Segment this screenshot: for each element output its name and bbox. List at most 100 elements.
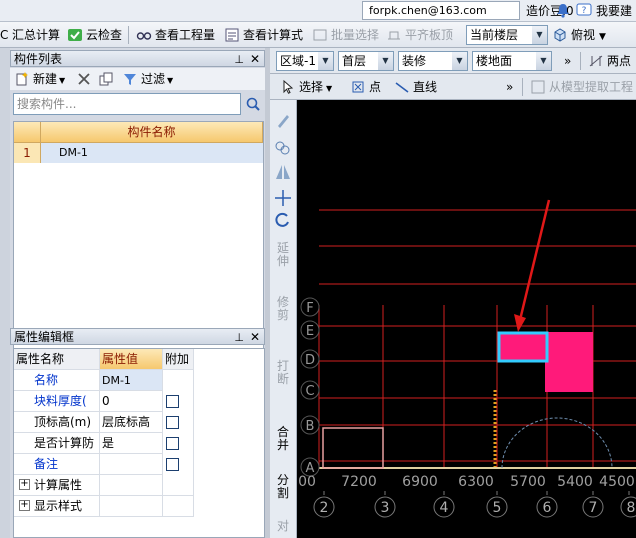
point-tool-button[interactable]: 点 bbox=[350, 77, 381, 97]
prop-value-name[interactable]: DM-1 bbox=[100, 370, 163, 391]
cube-view-icon bbox=[554, 27, 566, 42]
layer-dropdown[interactable]: 首层 ▼ bbox=[338, 51, 394, 71]
account-email[interactable]: forpk.chen@163.com bbox=[362, 1, 520, 20]
level-slab-button[interactable]: 平齐板顶 bbox=[386, 25, 453, 45]
component-name-header: 构件名称 bbox=[41, 122, 263, 143]
pin-icon[interactable]: ⊥ bbox=[234, 51, 244, 68]
floor-dropdown[interactable]: 当前楼层 ▼ bbox=[466, 25, 548, 45]
item-value: 楼地面 bbox=[476, 54, 513, 68]
line-label: 直线 bbox=[413, 80, 438, 94]
view-mode-button[interactable]: 俯视 ▼ bbox=[552, 25, 606, 45]
copy-component-button[interactable] bbox=[98, 69, 117, 89]
mirror-icon[interactable] bbox=[272, 162, 294, 182]
view-formula-label: 查看计算式 bbox=[243, 28, 304, 42]
two-point-button[interactable]: 两点 bbox=[588, 51, 631, 71]
attach-checkbox[interactable] bbox=[166, 458, 179, 471]
line-tool-button[interactable]: 直线 bbox=[394, 77, 437, 97]
select-tool-button[interactable]: 选择 ▼ bbox=[280, 77, 332, 97]
expand-plus-icon[interactable]: + bbox=[19, 500, 30, 511]
axis-label-B: B bbox=[306, 419, 315, 434]
table-row[interactable]: DM-1 bbox=[41, 143, 263, 163]
cloud-check-button[interactable]: 云检查 bbox=[67, 25, 122, 45]
more-chevron-icon[interactable]: » bbox=[506, 77, 513, 97]
search-icon[interactable] bbox=[243, 93, 263, 115]
line-draw-icon bbox=[395, 81, 409, 93]
category-dropdown[interactable]: 装修 ▼ bbox=[398, 51, 468, 71]
batch-select-button[interactable]: 批量选择 bbox=[312, 25, 379, 45]
break-tool[interactable]: 打断 bbox=[272, 360, 294, 386]
expand-plus-icon[interactable]: + bbox=[19, 479, 30, 490]
component-list-title: 构件列表 bbox=[14, 52, 63, 66]
view-quantity-label: 查看工程量 bbox=[155, 28, 216, 42]
summary-label: 汇总计算 bbox=[12, 28, 61, 42]
pattern-icon[interactable] bbox=[272, 138, 294, 158]
filter-label: 过滤 bbox=[141, 72, 166, 86]
copy-icon bbox=[99, 72, 113, 85]
other-tool[interactable]: 对 bbox=[272, 520, 294, 533]
pin-icon[interactable]: ⊥ bbox=[234, 329, 244, 346]
new-label: 新建 bbox=[33, 72, 58, 86]
prop-value-top-elevation[interactable]: 层底标高 bbox=[100, 412, 163, 433]
prop-value-thickness[interactable]: 0 bbox=[100, 391, 163, 412]
new-icon bbox=[16, 71, 28, 85]
summary-calc-button[interactable]: 汇总计算 bbox=[12, 25, 60, 45]
view-quantity-button[interactable]: 查看工程量 bbox=[136, 25, 215, 45]
cursor-arrow-icon bbox=[283, 79, 294, 94]
brush-icon[interactable] bbox=[272, 110, 294, 130]
drawing-canvas[interactable]: F E D C B A 00 7200 6900 6300 5700 5400 … bbox=[297, 100, 636, 538]
prop-value-waterproof[interactable]: 是 bbox=[100, 433, 163, 454]
item-dropdown[interactable]: 楼地面 ▼ bbox=[472, 51, 552, 71]
move-icon[interactable] bbox=[272, 188, 294, 208]
view-formula-button[interactable]: 查看计算式 bbox=[224, 25, 303, 45]
axis-label-F: F bbox=[306, 301, 313, 316]
spacing-label: 00 bbox=[298, 474, 316, 490]
split-tool[interactable]: 分割 bbox=[272, 474, 294, 500]
prop-name: 备注 bbox=[14, 454, 100, 475]
filter-button[interactable]: 过滤 ▼ bbox=[122, 69, 173, 89]
chevron-down-icon: ▼ bbox=[536, 52, 551, 70]
spacing-label: 7200 bbox=[341, 474, 377, 490]
group-display-style[interactable]: 显示样式 bbox=[14, 496, 193, 517]
component-search-input[interactable]: 搜索构件... bbox=[13, 93, 241, 115]
close-icon[interactable]: ✕ bbox=[250, 51, 260, 68]
delete-component-button[interactable] bbox=[76, 69, 95, 89]
trim-tool[interactable]: 修剪 bbox=[272, 296, 294, 322]
spacing-label: 5700 bbox=[510, 474, 546, 490]
spacing-label: 6900 bbox=[402, 474, 438, 490]
left-panel: 构件列表 ⊥ ✕ 新建 ▼ 过滤 ▼ 搜索构件... 构件名称 1 DM-1 属性编… bbox=[0, 48, 268, 538]
view-mode-label: 俯视 bbox=[571, 28, 596, 42]
new-component-button[interactable]: 新建 ▼ bbox=[14, 69, 65, 89]
delete-x-icon bbox=[78, 72, 90, 85]
batch-select-label: 批量选择 bbox=[331, 28, 380, 42]
axis-label-C: C bbox=[305, 384, 314, 399]
attach-checkbox[interactable] bbox=[166, 437, 179, 450]
property-table: 属性名称 属性值 附加 名称 DM-1 块料厚度( 0 顶标高(m) 层底标高 … bbox=[13, 348, 265, 538]
group-calc-props[interactable]: 计算属性 bbox=[14, 475, 193, 496]
help-icon[interactable]: ? bbox=[576, 2, 592, 18]
rotate-icon[interactable] bbox=[272, 210, 294, 230]
prop-name: 块料厚度( bbox=[14, 391, 100, 412]
more-chevron-icon[interactable]: » bbox=[564, 51, 571, 71]
attach-checkbox[interactable] bbox=[166, 416, 179, 429]
want-build-link[interactable]: 我要建 bbox=[596, 0, 632, 22]
extend-tool[interactable]: 延伸 bbox=[272, 242, 294, 268]
pointer-arrow-head bbox=[514, 314, 526, 332]
plain-region bbox=[322, 427, 384, 469]
merge-tool[interactable]: 合并 bbox=[272, 426, 294, 452]
attach-checkbox[interactable] bbox=[166, 395, 179, 408]
column-axis-labels: 2 3 4 5 6 7 8 bbox=[313, 491, 636, 518]
chevron-down-icon: ▼ bbox=[532, 26, 547, 44]
extract-from-model-button[interactable]: 从模型提取工程 bbox=[530, 77, 633, 97]
close-icon[interactable]: ✕ bbox=[250, 329, 260, 346]
table-corner bbox=[14, 122, 41, 143]
formula-icon bbox=[225, 28, 239, 41]
region-dropdown[interactable]: 区域-1 ▼ bbox=[276, 51, 334, 71]
floor-region-large bbox=[545, 332, 593, 392]
select-label: 选择 bbox=[299, 80, 324, 94]
chevron-down-icon: ▼ bbox=[452, 52, 467, 70]
bell-icon[interactable] bbox=[556, 3, 570, 18]
axis-label-4: 4 bbox=[440, 500, 449, 516]
category-value: 装修 bbox=[402, 54, 427, 68]
property-editor-titlebar: 属性编辑框 ⊥ ✕ bbox=[10, 328, 265, 345]
prop-value-remark[interactable] bbox=[100, 454, 163, 475]
